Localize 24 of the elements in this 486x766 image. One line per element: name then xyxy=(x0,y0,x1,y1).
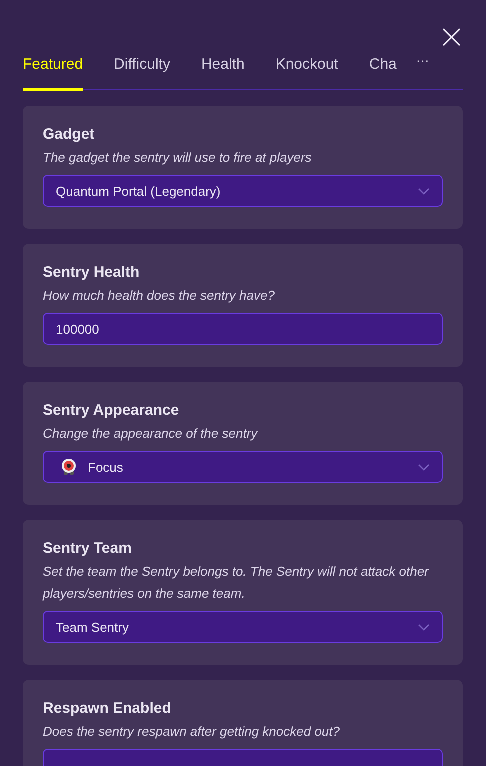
setting-title: Respawn Enabled xyxy=(43,700,172,717)
chevron-down-icon xyxy=(418,464,430,470)
chevron-down-icon xyxy=(418,624,430,630)
dropdown[interactable]: Team Sentry xyxy=(43,611,443,643)
setting-title: Sentry Health xyxy=(43,264,141,281)
tab[interactable]: Health xyxy=(201,56,245,91)
tab[interactable]: Cha xyxy=(369,56,400,91)
tab[interactable]: Difficulty xyxy=(114,56,170,91)
setting-description: Change the appearance of the sentry xyxy=(43,425,260,443)
tab[interactable]: Featured xyxy=(23,56,84,91)
chevron-down-icon xyxy=(418,188,430,194)
setting-description: Does the sentry respawn after getting knocked out? xyxy=(43,723,342,741)
setting-title: Sentry Team xyxy=(43,540,133,557)
setting-title: Gadget xyxy=(43,126,96,143)
setting-description: The gadget the sentry will use to fire at players xyxy=(43,149,313,167)
dropdown[interactable]: Focus xyxy=(43,451,443,483)
input-field[interactable]: 100000 xyxy=(43,313,443,345)
setting-title: Sentry Appearance xyxy=(43,402,180,419)
setting-description: Set the team the Sentry belongs to. The Sentry will not attack other players/sentries on the same team. xyxy=(43,563,430,603)
close-button[interactable]: × xyxy=(438,24,466,50)
more-tabs-button[interactable]: ··· xyxy=(416,53,430,89)
tab[interactable]: Knockout xyxy=(276,56,338,91)
dropdown[interactable]: Quantum Portal (Legendary) xyxy=(43,175,443,207)
setting-description: How much health does the sentry have? xyxy=(43,287,276,305)
